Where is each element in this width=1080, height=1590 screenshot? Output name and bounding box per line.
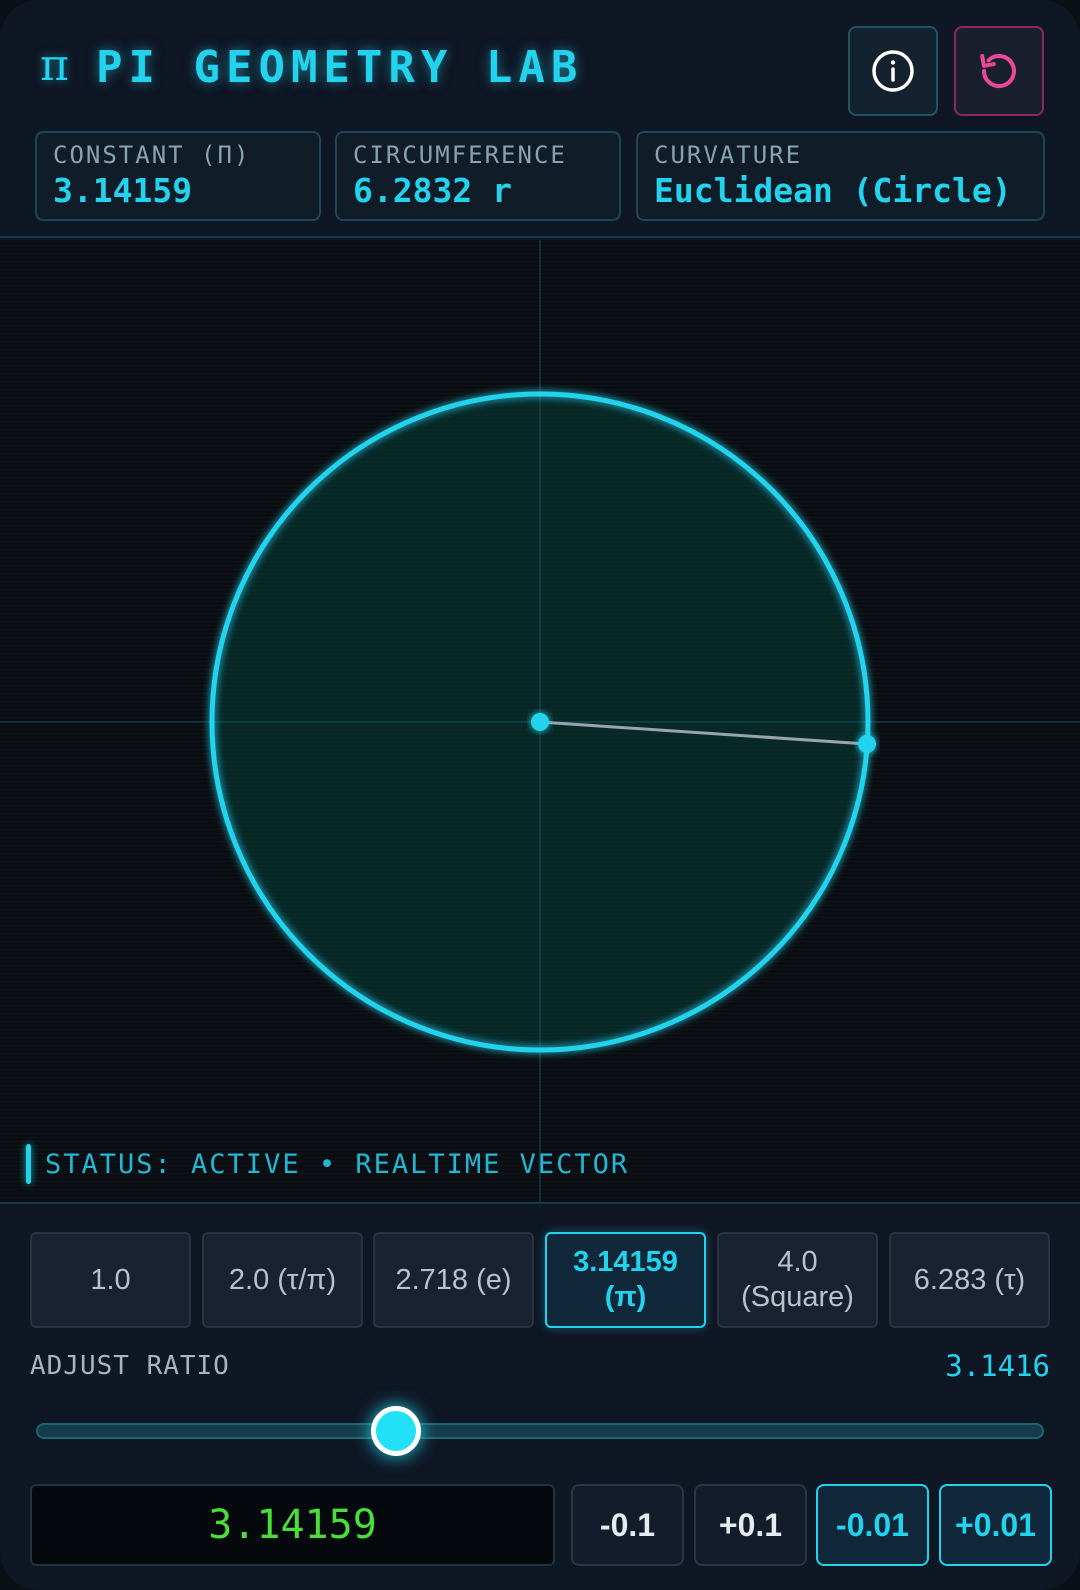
stat-curvature: CURVATURE Euclidean (Circle) (636, 131, 1045, 221)
slider-track[interactable] (36, 1423, 1044, 1439)
status-bar-marker (26, 1144, 31, 1184)
adjust-ratio-label: ADJUST RATIO (30, 1351, 230, 1381)
geometry-drawing (0, 240, 1080, 1204)
ratio-input[interactable] (30, 1484, 555, 1566)
app-window: π PI GEOMETRY LAB CONSTANT (Π) 3.14159 C… (0, 0, 1080, 1590)
increment-fine-button[interactable]: +0.01 (939, 1484, 1052, 1566)
page-title: PI GEOMETRY LAB (96, 42, 584, 93)
radius-handle[interactable] (858, 735, 876, 753)
stat-label: CIRCUMFERENCE (353, 141, 567, 169)
pi-logo: π (40, 40, 69, 91)
preset-button[interactable]: 3.14159 (π) (545, 1232, 706, 1328)
decrement-fine-button[interactable]: -0.01 (816, 1484, 929, 1566)
adjust-ratio-value: 3.1416 (945, 1349, 1050, 1383)
preset-row: 1.0 2.0 (τ/π) 2.718 (e) 3.14159 (π) 4.0 … (30, 1232, 1050, 1328)
stat-value: Euclidean (Circle) (654, 171, 1012, 210)
status-indicator: STATUS: ACTIVE • REALTIME VECTOR (26, 1144, 629, 1184)
preset-button[interactable]: 1.0 (30, 1232, 191, 1328)
center-point (531, 713, 549, 731)
reset-rotate-icon (980, 53, 1016, 88)
preset-button[interactable]: 2.718 (e) (373, 1232, 534, 1328)
slider-thumb[interactable] (370, 1406, 421, 1456)
stat-constant: CONSTANT (Π) 3.14159 (35, 131, 321, 221)
geometry-canvas[interactable]: STATUS: ACTIVE • REALTIME VECTOR (0, 240, 1080, 1204)
preset-button[interactable]: 4.0 (Square) (717, 1232, 878, 1328)
stat-circumference: CIRCUMFERENCE 6.2832 r (335, 131, 621, 221)
control-panel: 1.0 2.0 (τ/π) 2.718 (e) 3.14159 (π) 4.0 … (0, 1206, 1080, 1590)
ratio-slider[interactable] (36, 1406, 1044, 1456)
stat-label: CONSTANT (Π) (53, 141, 251, 169)
info-circle-icon (872, 50, 914, 92)
increment-coarse-button[interactable]: +0.1 (694, 1484, 807, 1566)
header: π PI GEOMETRY LAB CONSTANT (Π) 3.14159 C… (0, 0, 1080, 238)
reset-button[interactable] (954, 26, 1044, 116)
preset-button[interactable]: 2.0 (τ/π) (202, 1232, 363, 1328)
decrement-coarse-button[interactable]: -0.1 (571, 1484, 684, 1566)
stat-value: 6.2832 r (353, 171, 512, 210)
info-button[interactable] (848, 26, 938, 116)
stat-value: 3.14159 (53, 171, 193, 210)
status-text: STATUS: ACTIVE • REALTIME VECTOR (45, 1148, 630, 1180)
preset-button[interactable]: 6.283 (τ) (889, 1232, 1050, 1328)
stat-label: CURVATURE (654, 141, 803, 169)
